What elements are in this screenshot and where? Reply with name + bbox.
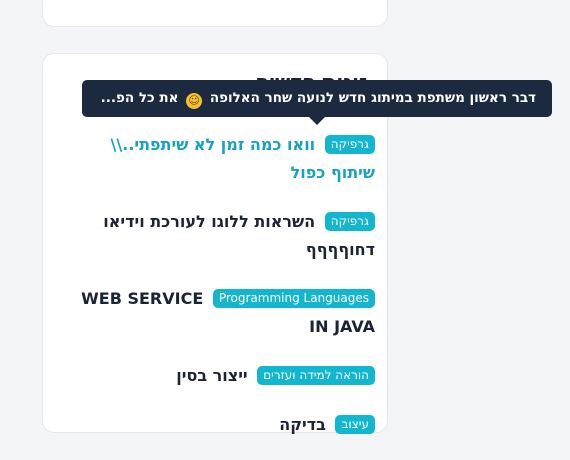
list-item: גרפיקה השראות ללוגו לעורכת וידיאו דחוףףף… bbox=[69, 208, 375, 264]
previous-card bbox=[42, 0, 388, 27]
category-tag[interactable]: גרפיקה bbox=[324, 212, 375, 231]
category-tag[interactable]: Programming Languages bbox=[212, 289, 375, 308]
posts-list: גרפיקה וואו כמה זמן לא שיתפתי..\\ שיתוף … bbox=[69, 131, 375, 460]
tooltip-text-end: את כל הפ... bbox=[100, 90, 179, 106]
category-tag[interactable]: עיצוב bbox=[335, 415, 375, 434]
post-title-link[interactable]: ייצור בסין bbox=[176, 366, 247, 385]
list-item: הוראה למידה ועזרים ייצור בסין bbox=[69, 362, 375, 390]
smiley-emoji-icon: ☺ bbox=[186, 93, 203, 109]
category-tag[interactable]: גרפיקה bbox=[324, 135, 375, 154]
post-title-link[interactable]: בדיקה bbox=[279, 415, 326, 434]
post-preview-tooltip: דבר ראשון משתפת במיתוג חדש לנועה שחר האל… bbox=[82, 80, 552, 117]
tooltip-arrow-icon bbox=[309, 117, 325, 125]
category-tag[interactable]: הוראה למידה ועזרים bbox=[257, 366, 375, 385]
list-item: Programming Languages WEB SERVICE IN JAV… bbox=[69, 285, 375, 341]
list-item: עיצוב בדיקה bbox=[69, 411, 375, 439]
list-item: גרפיקה וואו כמה זמן לא שיתפתי..\\ שיתוף … bbox=[69, 131, 375, 187]
tooltip-text-start: דבר ראשון משתפת במיתוג חדש לנועה שחר האל… bbox=[209, 90, 536, 106]
